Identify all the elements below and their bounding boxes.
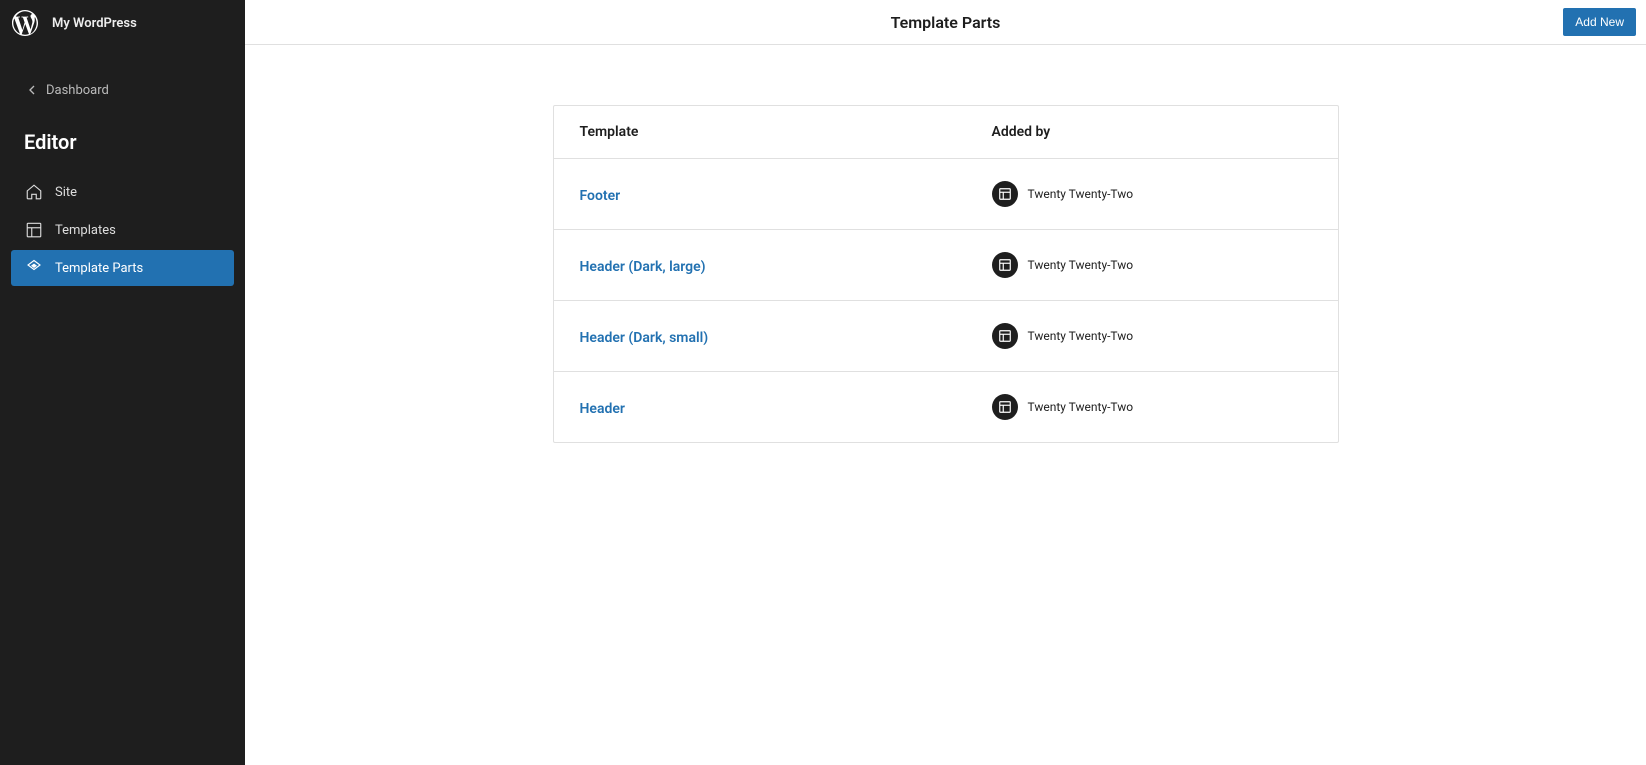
- dashboard-link[interactable]: Dashboard: [0, 74, 245, 106]
- added-by-cell: Twenty Twenty-Two: [992, 323, 1312, 349]
- table-header: Template Added by: [554, 106, 1338, 159]
- template-cell: Header (Dark, large): [580, 256, 992, 275]
- nav-item-templates[interactable]: Templates: [11, 212, 234, 248]
- theme-icon: [992, 252, 1018, 278]
- editor-section-title: Editor: [0, 130, 245, 174]
- page-title: Template Parts: [891, 13, 1001, 32]
- nav-list: Site Templates Template Parts: [0, 174, 245, 288]
- template-cell: Header (Dark, small): [580, 327, 992, 346]
- wordpress-logo-icon[interactable]: [12, 10, 38, 36]
- template-link[interactable]: Header (Dark, large): [580, 259, 706, 275]
- template-parts-icon: [25, 259, 43, 277]
- nav-item-template-parts[interactable]: Template Parts: [11, 250, 234, 286]
- template-link[interactable]: Header (Dark, small): [580, 330, 709, 346]
- nav-item-label: Site: [55, 185, 77, 200]
- table-row: Header (Dark, large) Twenty Twenty-Two: [554, 230, 1338, 301]
- layout-icon: [25, 221, 43, 239]
- dashboard-label: Dashboard: [46, 83, 109, 98]
- main-header: Template Parts Add New: [245, 0, 1646, 45]
- sidebar-header: My WordPress: [0, 0, 245, 46]
- template-link[interactable]: Footer: [580, 188, 621, 204]
- nav-item-label: Template Parts: [55, 261, 143, 276]
- added-by-cell: Twenty Twenty-Two: [992, 394, 1312, 420]
- home-icon: [25, 183, 43, 201]
- template-link[interactable]: Header: [580, 401, 625, 417]
- sidebar: My WordPress Dashboard Editor Site Templ…: [0, 0, 245, 765]
- added-by-cell: Twenty Twenty-Two: [992, 181, 1312, 207]
- added-by-cell: Twenty Twenty-Two: [992, 252, 1312, 278]
- theme-name: Twenty Twenty-Two: [1028, 187, 1134, 201]
- theme-name: Twenty Twenty-Two: [1028, 400, 1134, 414]
- site-title[interactable]: My WordPress: [52, 16, 137, 31]
- table-row: Header (Dark, small) Twenty Twenty-Two: [554, 301, 1338, 372]
- table-row: Footer Twenty Twenty-Two: [554, 159, 1338, 230]
- chevron-left-icon: [24, 82, 40, 98]
- table-row: Header Twenty Twenty-Two: [554, 372, 1338, 442]
- template-parts-table: Template Added by Footer Twenty Twenty-T…: [553, 105, 1339, 443]
- content-area: Template Added by Footer Twenty Twenty-T…: [245, 45, 1646, 765]
- theme-name: Twenty Twenty-Two: [1028, 329, 1134, 343]
- column-header-template: Template: [580, 124, 992, 140]
- column-header-added-by: Added by: [992, 124, 1312, 140]
- theme-icon: [992, 394, 1018, 420]
- theme-name: Twenty Twenty-Two: [1028, 258, 1134, 272]
- nav-item-label: Templates: [55, 223, 116, 238]
- add-new-button[interactable]: Add New: [1563, 8, 1636, 36]
- main-panel: Template Parts Add New Template Added by…: [245, 0, 1646, 765]
- nav-item-site[interactable]: Site: [11, 174, 234, 210]
- theme-icon: [992, 323, 1018, 349]
- theme-icon: [992, 181, 1018, 207]
- template-cell: Footer: [580, 185, 992, 204]
- template-cell: Header: [580, 398, 992, 417]
